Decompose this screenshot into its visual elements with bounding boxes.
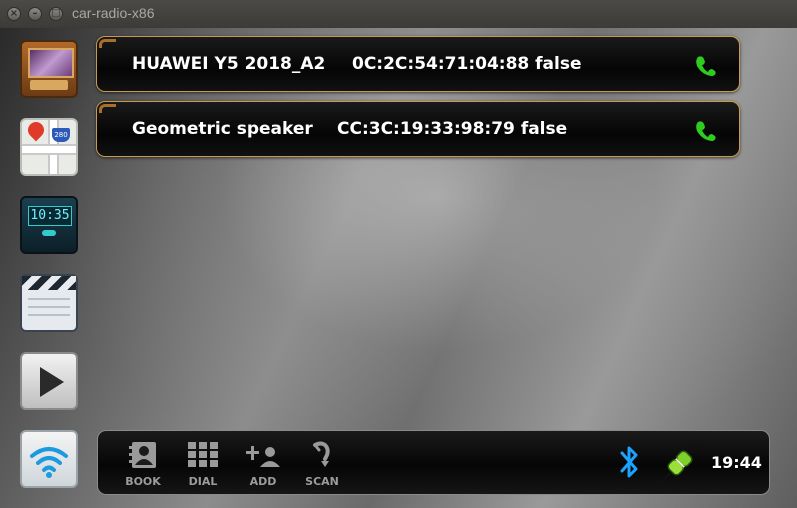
play-triangle — [40, 367, 64, 397]
close-window-button[interactable]: × — [7, 7, 21, 21]
device-paired-status: false — [535, 54, 582, 74]
bottom-toolbar: BOOK DIAL ADD SCAN 19:44 — [97, 430, 770, 495]
dial-label: DIAL — [188, 475, 218, 488]
row-corner-accent — [99, 39, 116, 48]
wifi-glyph — [30, 447, 68, 478]
map-icon[interactable]: 280 — [20, 118, 78, 176]
device-name: Geometric speaker — [132, 119, 313, 139]
maximize-window-button[interactable]: □ — [49, 7, 63, 21]
play-icon[interactable] — [20, 352, 78, 410]
call-icon[interactable] — [693, 118, 719, 144]
book-button[interactable]: BOOK — [118, 439, 168, 491]
map-pin-icon — [24, 118, 48, 142]
clock-display: 10:35 — [28, 206, 72, 226]
status-clock: 19:44 — [711, 453, 762, 472]
window-title: car-radio-x86 — [72, 5, 155, 21]
row-corner-accent — [99, 104, 116, 113]
main-area: 280 10:35 HUAWEI Y5 2018_A2 0C:2C:54:71:… — [0, 28, 797, 508]
title-bar: × – □ car-radio-x86 — [0, 0, 797, 29]
device-row[interactable]: HUAWEI Y5 2018_A2 0C:2C:54:71:04:88 fals… — [96, 36, 740, 92]
scan-label: SCAN — [305, 475, 339, 488]
clapper-stripes — [22, 276, 76, 290]
clapperboard-icon[interactable] — [20, 274, 78, 332]
scan-button[interactable]: SCAN — [297, 439, 347, 491]
add-button[interactable]: ADD — [238, 439, 288, 491]
app-window: × – □ car-radio-x86 280 10:35 HUAWEI Y5 … — [0, 0, 797, 508]
plug-icon[interactable] — [656, 439, 704, 487]
radio-screen — [28, 48, 74, 78]
address-book-icon — [129, 442, 156, 468]
device-mac: 0C:2C:54:71:04:88 false — [352, 54, 582, 74]
call-icon[interactable] — [693, 53, 719, 79]
device-mac-address: CC:3C:19:33:98:79 — [337, 119, 515, 139]
clock-knob — [42, 230, 56, 236]
book-label: BOOK — [125, 475, 161, 488]
device-row[interactable]: Geometric speaker CC:3C:19:33:98:79 fals… — [96, 101, 740, 157]
dialpad-icon — [188, 442, 218, 467]
dial-button[interactable]: DIAL — [178, 439, 228, 491]
minimize-window-button[interactable]: – — [28, 7, 42, 21]
device-mac: CC:3C:19:33:98:79 false — [337, 119, 567, 139]
device-name: HUAWEI Y5 2018_A2 — [132, 54, 326, 74]
wifi-icon[interactable] — [20, 430, 78, 488]
add-label: ADD — [249, 475, 277, 488]
highway-shield: 280 — [52, 128, 70, 142]
bluetooth-icon[interactable] — [619, 443, 641, 481]
radio-icon[interactable] — [20, 40, 78, 98]
device-paired-status: false — [520, 119, 568, 139]
map-road-horizontal — [22, 144, 76, 155]
clapper-lines — [28, 298, 70, 322]
device-mac-address: 0C:2C:54:71:04:88 — [352, 54, 530, 74]
clock-icon[interactable]: 10:35 — [20, 196, 78, 254]
radio-dial — [30, 80, 68, 90]
scan-icon — [313, 441, 330, 467]
add-user-icon — [246, 446, 280, 467]
